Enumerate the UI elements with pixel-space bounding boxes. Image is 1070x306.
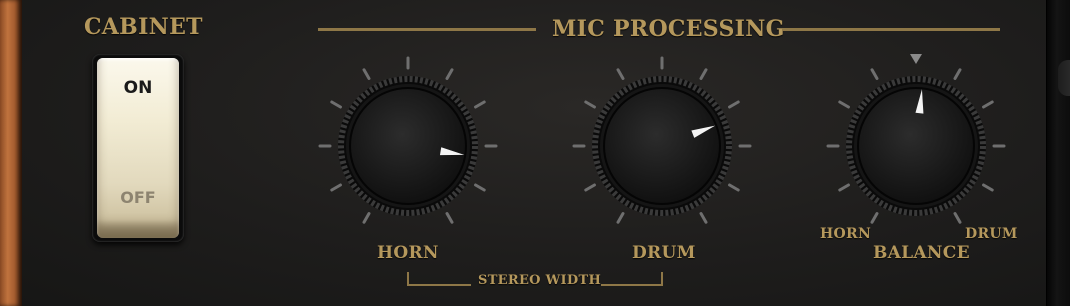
- header-rule-right: [782, 28, 1000, 31]
- drum-knob-label: DRUM: [632, 243, 696, 263]
- knob-tick: [616, 68, 625, 80]
- knob-tick: [953, 68, 962, 80]
- knob-tick: [699, 212, 708, 224]
- knob-tick: [728, 183, 740, 192]
- knob-tick: [362, 68, 371, 80]
- horn-knob-graphic: [318, 56, 498, 224]
- knob-tick: [445, 212, 454, 224]
- drum-knob-graphic: [572, 56, 752, 224]
- triangle-down-icon: [910, 54, 922, 64]
- balance-knob[interactable]: [826, 54, 1006, 236]
- knob-tick: [445, 68, 454, 80]
- amp-plugin-panel: CABINET ON OFF MIC PROCESSING HORN DRUM …: [0, 0, 1070, 306]
- knob-tick: [584, 100, 596, 109]
- balance-max-label: DRUM: [965, 226, 1018, 242]
- stereo-width-label: STEREO WIDTH: [478, 273, 602, 288]
- cabinet-title: CABINET: [84, 14, 203, 40]
- cabinet-switch[interactable]: ON OFF: [97, 58, 179, 238]
- balance-min-label: HORN: [820, 226, 872, 242]
- knob-tick: [474, 183, 486, 192]
- header-rule-left: [318, 28, 536, 31]
- knob-tick: [870, 68, 879, 80]
- stereo-width-bracket-left: [407, 272, 471, 286]
- edge-handle: [1058, 60, 1070, 96]
- knob-tick: [474, 100, 486, 109]
- balance-knob-label: BALANCE: [873, 243, 970, 263]
- knob-tick: [982, 183, 994, 192]
- balance-knob-graphic: [826, 54, 1006, 224]
- knob-tick: [362, 212, 371, 224]
- knob-tick: [330, 183, 342, 192]
- horn-knob[interactable]: [318, 56, 498, 236]
- knob-tick: [728, 100, 740, 109]
- knob-tick: [330, 100, 342, 109]
- drum-knob[interactable]: [572, 56, 752, 236]
- knob-tick: [699, 68, 708, 80]
- knob-tick: [584, 183, 596, 192]
- stereo-width-bracket-right: [601, 272, 663, 286]
- switch-off-label: OFF: [120, 188, 156, 207]
- knob-tick: [838, 183, 850, 192]
- knob-tick: [953, 212, 962, 224]
- knob-tick: [982, 100, 994, 109]
- wood-side-trim: [0, 0, 22, 306]
- mic-processing-title: MIC PROCESSING: [552, 16, 785, 42]
- switch-on-label: ON: [123, 78, 153, 98]
- right-panel-edge: [1046, 0, 1070, 306]
- knob-tick: [616, 212, 625, 224]
- knob-tick: [838, 100, 850, 109]
- knob-tick: [870, 212, 879, 224]
- horn-knob-label: HORN: [377, 243, 439, 263]
